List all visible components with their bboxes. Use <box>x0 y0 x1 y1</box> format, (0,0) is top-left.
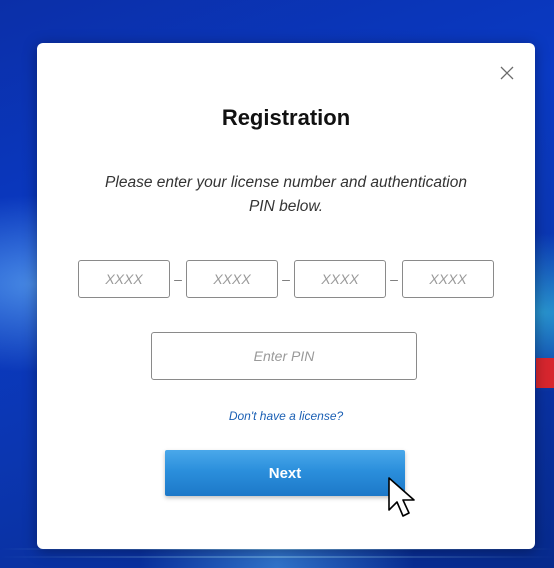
license-field-4[interactable] <box>402 260 494 298</box>
close-icon <box>500 66 514 80</box>
license-field-3[interactable] <box>294 260 386 298</box>
background-accent <box>536 358 554 388</box>
license-number-row: – – – <box>78 260 494 300</box>
license-separator: – <box>390 271 398 287</box>
dialog-title: Registration <box>221 105 351 130</box>
license-field-1[interactable] <box>78 260 170 298</box>
no-license-link[interactable]: Don't have a license? <box>37 409 535 423</box>
background-streak <box>0 556 554 558</box>
pin-input[interactable] <box>151 332 417 380</box>
license-field-2[interactable] <box>186 260 278 298</box>
next-button[interactable]: Next <box>165 450 405 496</box>
license-separator: – <box>174 271 182 287</box>
dialog-instructions: Please enter your license number and aut… <box>105 174 467 215</box>
close-button[interactable] <box>497 63 517 83</box>
license-separator: – <box>282 271 290 287</box>
registration-dialog: Registration Please enter your license n… <box>37 43 535 549</box>
